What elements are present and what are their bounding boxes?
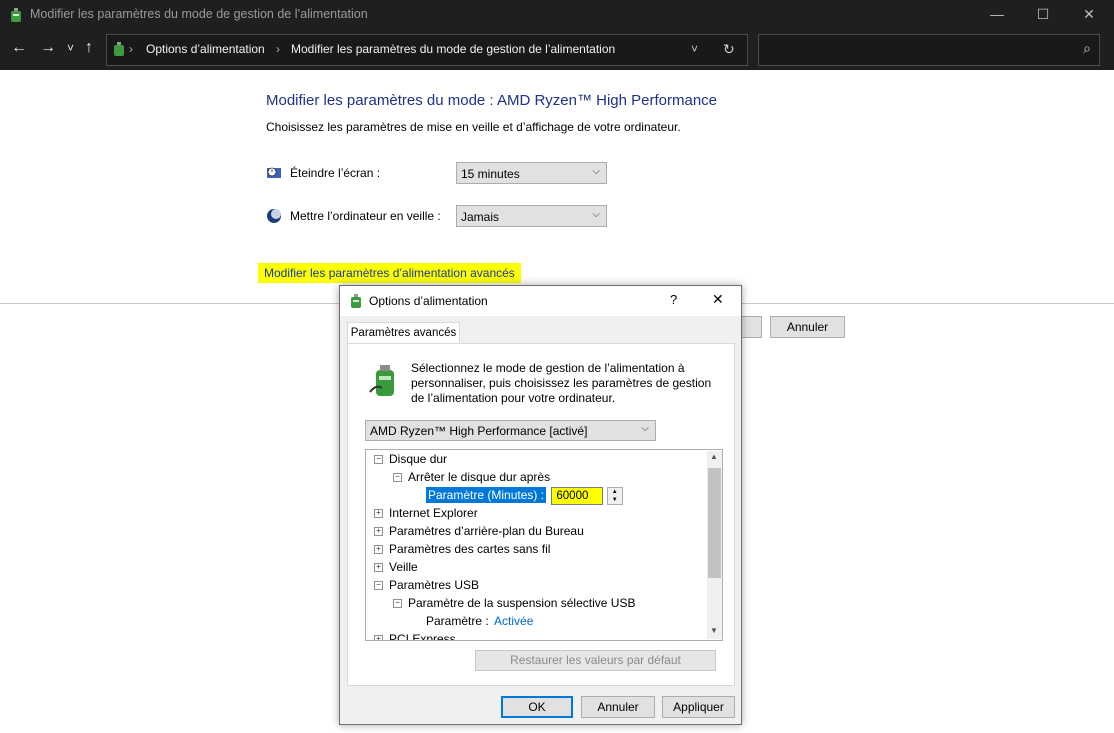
intro-line: Sélectionnez le mode de gestion de l’ali…	[411, 361, 685, 375]
dialog-close-button[interactable]: ✕	[712, 291, 724, 308]
tree-item-pci-express[interactable]: + PCI Express	[374, 630, 456, 641]
tree-item-label: Veille	[389, 560, 418, 574]
apply-button[interactable]: Appliquer	[662, 696, 735, 718]
breadcrumb-separator: ›	[129, 42, 133, 56]
screen-off-value: 15 minutes	[461, 167, 520, 181]
spin-down-icon[interactable]: ▼	[608, 496, 622, 504]
screen-off-label: Éteindre l’écran :	[290, 166, 381, 180]
tree-item-label: Paramètres des cartes sans fil	[389, 542, 551, 556]
parametre-usb-label: Paramètre :	[426, 614, 489, 628]
intro-line: personnaliser, puis choisissez les param…	[411, 376, 712, 390]
scrollbar-thumb[interactable]	[708, 468, 721, 578]
navigation-bar: ← → ˅ ↑ › Options d’alimentation › Modif…	[0, 30, 1114, 70]
display-clock-icon	[267, 167, 281, 178]
recent-locations-chevron-icon[interactable]: ˅	[67, 38, 74, 58]
moon-sleep-icon	[267, 209, 281, 223]
breadcrumb-power-options[interactable]: Options d’alimentation	[146, 42, 265, 56]
tree-item-suspension-usb[interactable]: − Paramètre de la suspension sélective US…	[393, 594, 635, 612]
ok-button[interactable]: OK	[501, 696, 573, 718]
tree-item-label: Disque dur	[389, 452, 448, 466]
parametre-usb-value-link[interactable]: Activée	[494, 614, 533, 628]
tab-advanced-settings[interactable]: Paramètres avancés	[347, 322, 460, 344]
tree-item-arreter-disque[interactable]: − Arrêter le disque dur après	[393, 468, 550, 486]
tree-item-parametre-minutes[interactable]: Paramètre (Minutes) : 60000 ▲ ▼	[426, 486, 623, 505]
tree-item-arriere-plan[interactable]: + Paramètres d’arrière-plan du Bureau	[374, 522, 584, 540]
chevron-down-icon: ⌵	[592, 166, 600, 177]
breadcrumb-edit-plan[interactable]: Modifier les paramètres du mode de gesti…	[291, 42, 615, 56]
forward-arrow-icon[interactable]: →	[40, 38, 56, 58]
expand-icon[interactable]: +	[374, 635, 383, 640]
minutes-value: 60000	[556, 489, 589, 502]
sleep-select[interactable]: Jamais ⌵	[456, 205, 607, 227]
spin-up-icon[interactable]: ▲	[608, 488, 622, 496]
scroll-up-icon[interactable]: ▲	[710, 452, 718, 461]
tree-item-disque-dur[interactable]: − Disque dur	[374, 450, 447, 468]
tree-item-label: Paramètres d’arrière-plan du Bureau	[389, 524, 584, 538]
tree-item-usb[interactable]: − Paramètres USB	[374, 576, 479, 594]
control-panel-icon	[114, 42, 124, 56]
collapse-icon[interactable]: −	[393, 473, 402, 483]
restore-defaults-button[interactable]: Restaurer les valeurs par défaut	[475, 650, 716, 671]
page-subtitle: Choisissez les paramètres de mise en vei…	[266, 120, 681, 134]
settings-tree[interactable]: − Disque dur − Arrêter le disque dur après…	[365, 449, 723, 641]
tree-item-label: Paramètres USB	[389, 578, 480, 592]
page-title: Modifier les paramètres du mode : AMD Ry…	[266, 92, 718, 109]
minutes-stepper[interactable]: 60000	[551, 486, 604, 505]
tree-item-veille[interactable]: + Veille	[374, 558, 418, 576]
dialog-title-bar: Options d’alimentation ? ✕	[340, 286, 741, 316]
plan-select[interactable]: AMD Ryzen™ High Performance [activé] ⌵	[365, 420, 656, 441]
intro-line: de l’alimentation pour votre ordinateur.	[411, 391, 616, 405]
close-button[interactable]: ✕	[1066, 0, 1112, 30]
expand-icon[interactable]: +	[374, 545, 383, 555]
tree-item-parametre-usb[interactable]: Paramètre : Activée	[426, 612, 533, 630]
power-options-dialog: Options d’alimentation ? ✕ Paramètres av…	[339, 285, 742, 725]
screen-off-select[interactable]: 15 minutes ⌵	[456, 162, 607, 184]
collapse-icon[interactable]: −	[374, 455, 383, 465]
advanced-settings-panel: Sélectionnez le mode de gestion de l’ali…	[347, 343, 735, 686]
dialog-title: Options d’alimentation	[369, 294, 488, 308]
tree-item-label: PCI Express	[389, 632, 456, 641]
breadcrumb-separator: ›	[276, 42, 280, 56]
title-bar: Modifier les paramètres du mode de gesti…	[0, 0, 1114, 30]
dialog-intro: Sélectionnez le mode de gestion de l’ali…	[411, 361, 711, 406]
maximize-button[interactable]: ☐	[1020, 0, 1066, 30]
scroll-down-icon[interactable]: ▼	[710, 626, 718, 635]
search-box[interactable]: ⌕	[758, 34, 1100, 66]
stepper-arrows[interactable]: ▲ ▼	[606, 486, 623, 505]
expand-icon[interactable]: +	[374, 509, 383, 519]
tree-item-label: Paramètre de la suspension sélective USB	[408, 596, 636, 610]
window-title: Modifier les paramètres du mode de gesti…	[30, 7, 368, 21]
expand-icon[interactable]: +	[374, 563, 383, 573]
tree-item-cartes-sans-fil[interactable]: + Paramètres des cartes sans fil	[374, 540, 550, 558]
chevron-down-icon: ⌵	[592, 209, 600, 220]
dialog-cancel-button[interactable]: Annuler	[581, 696, 655, 718]
collapse-icon[interactable]: −	[393, 599, 402, 609]
tree-item-label: Arrêter le disque dur après	[408, 470, 551, 484]
up-arrow-icon[interactable]: ↑	[85, 38, 93, 58]
help-button[interactable]: ?	[670, 292, 677, 307]
address-bar[interactable]: › Options d’alimentation › Modifier les …	[106, 34, 748, 66]
plan-value: AMD Ryzen™ High Performance [activé]	[370, 424, 588, 438]
advanced-settings-link[interactable]: Modifier les paramètres d’alimentation a…	[258, 263, 521, 283]
tree-item-label: Internet Explorer	[389, 506, 478, 520]
power-options-icon	[351, 294, 361, 308]
tree-scrollbar[interactable]: ▲ ▼	[707, 451, 722, 639]
expand-icon[interactable]: +	[374, 527, 383, 537]
sleep-label: Mettre l’ordinateur en veille :	[290, 209, 441, 223]
power-options-icon	[11, 8, 21, 22]
tree-item-internet-explorer[interactable]: + Internet Explorer	[374, 504, 478, 522]
minimize-button[interactable]: —	[974, 0, 1020, 30]
parametre-minutes-label: Paramètre (Minutes) :	[426, 487, 547, 503]
cancel-button[interactable]: Annuler	[770, 316, 845, 338]
collapse-icon[interactable]: −	[374, 581, 383, 591]
chevron-down-icon: ⌵	[641, 423, 649, 434]
search-icon[interactable]: ⌕	[1083, 40, 1091, 57]
refresh-icon[interactable]: ↻	[723, 41, 735, 58]
sleep-value: Jamais	[461, 210, 500, 224]
back-arrow-icon[interactable]: ←	[11, 38, 27, 58]
address-dropdown-icon[interactable]: ˅	[691, 42, 698, 56]
battery-plug-icon	[369, 365, 394, 396]
